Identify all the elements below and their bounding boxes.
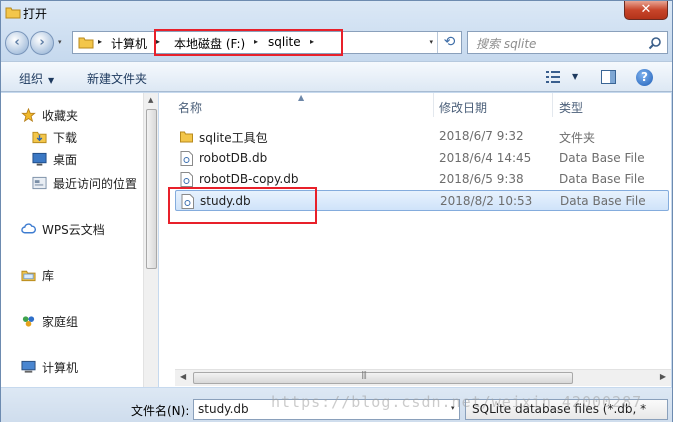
filename-label: 文件名(N): xyxy=(131,404,190,418)
close-icon: ✕ xyxy=(640,2,652,17)
star-icon xyxy=(21,108,36,122)
command-toolbar: 组织 ▼ 新建文件夹 ▼ ? xyxy=(1,61,672,92)
homegroup-icon xyxy=(22,316,35,327)
navigation-pane: 收藏夹 下载 桌面 最近访问的位置 WPS云文档 库 家庭组 计算机 ▲ xyxy=(1,93,158,387)
horizontal-scroll-thumb[interactable] xyxy=(193,372,573,384)
cloud-icon xyxy=(21,223,36,234)
close-button[interactable]: ✕ xyxy=(624,1,668,20)
annotation-highlight-file xyxy=(168,187,317,224)
new-folder-button[interactable]: 新建文件夹 xyxy=(87,70,147,87)
download-folder-icon xyxy=(32,131,47,144)
search-icon[interactable] xyxy=(648,36,662,50)
window-title: 打开 xyxy=(23,7,48,21)
folder-icon xyxy=(78,37,94,49)
scroll-left-icon[interactable]: ◀ xyxy=(180,372,186,381)
annotation-highlight-address xyxy=(154,29,343,56)
refresh-button[interactable]: ⟲ xyxy=(437,32,461,53)
preview-pane-icon[interactable] xyxy=(601,70,616,84)
help-icon[interactable]: ? xyxy=(636,69,653,86)
recent-places-icon xyxy=(32,176,47,190)
view-options-icon[interactable] xyxy=(546,71,560,83)
recent-pages-dropdown[interactable]: ▾ xyxy=(58,38,62,46)
horizontal-scrollbar[interactable]: ◀ ||| ▶ xyxy=(175,369,671,386)
db-file-icon xyxy=(180,172,193,187)
title-bar: 打开 ✕ xyxy=(1,1,672,25)
breadcrumb-separator-icon[interactable]: ▸ xyxy=(98,37,102,46)
computer-icon xyxy=(21,360,36,373)
refresh-icon: ⟲ xyxy=(443,34,456,50)
navigation-scrollbar[interactable]: ▲ xyxy=(143,93,158,387)
search-box[interactable]: 搜索 sqlite xyxy=(467,31,668,54)
column-header-type[interactable]: 类型 xyxy=(559,99,583,116)
search-placeholder: 搜索 sqlite xyxy=(476,37,537,51)
folder-app-icon xyxy=(5,7,21,19)
desktop-icon xyxy=(32,152,47,166)
file-row-sqlite-tools[interactable]: sqlite工具包 2018/6/7 9:32 文件夹 xyxy=(175,126,669,147)
navigation-scroll-thumb[interactable] xyxy=(146,109,157,269)
open-file-dialog: 打开 ✕ ‹ › ▾ ▸ 计算机 ▸ 本地磁盘 (F:) ▸ sqlite ▸ … xyxy=(0,0,673,422)
db-file-icon xyxy=(180,151,193,166)
help-label: ? xyxy=(641,70,648,84)
file-row-robotdb[interactable]: robotDB.db 2018/6/4 14:45 Data Base File xyxy=(175,148,669,169)
folder-icon xyxy=(180,131,193,143)
scroll-right-icon[interactable]: ▶ xyxy=(660,372,666,381)
breadcrumb-computer[interactable]: 计算机 xyxy=(111,35,147,52)
forward-button[interactable]: › xyxy=(30,31,54,55)
forward-arrow-icon: › xyxy=(39,35,45,50)
library-icon xyxy=(21,270,36,282)
back-button[interactable]: ‹ xyxy=(5,31,29,55)
back-arrow-icon: ‹ xyxy=(14,35,20,50)
view-caret-down-icon[interactable]: ▼ xyxy=(572,72,578,81)
sort-ascending-icon: ▲ xyxy=(298,93,305,102)
scroll-grip-icon: ||| xyxy=(361,370,367,379)
column-divider[interactable] xyxy=(433,93,434,117)
file-list: ▲ 名称 修改日期 类型 sqlite工具包 2018/6/7 9:32 文件夹… xyxy=(159,93,671,387)
address-history-dropdown[interactable]: ▾ xyxy=(429,38,433,46)
organize-button[interactable]: 组织 ▼ xyxy=(19,70,54,87)
column-header-date[interactable]: 修改日期 xyxy=(439,99,487,116)
column-header-name[interactable]: 名称 xyxy=(178,99,202,116)
organize-label: 组织 xyxy=(19,72,44,86)
scroll-up-icon[interactable]: ▲ xyxy=(148,96,153,104)
caret-down-icon: ▼ xyxy=(48,76,55,85)
column-divider[interactable] xyxy=(552,93,553,117)
watermark-text: https://blog.csdn.net/weixin_42000287 xyxy=(271,393,643,411)
